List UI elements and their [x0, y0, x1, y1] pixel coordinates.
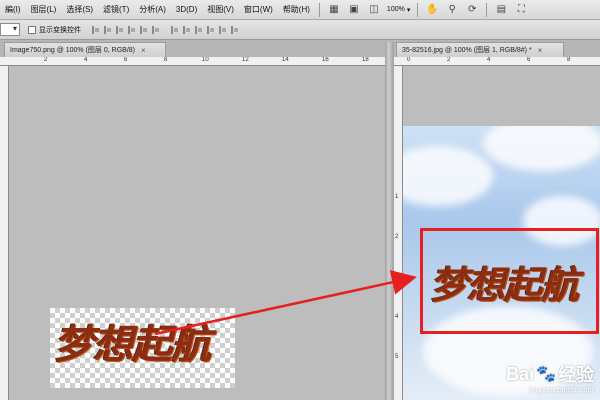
ruler-tick-label: 1 — [395, 194, 399, 200]
baidu-watermark: Bai 🐾 经验 jingyan.baidu.com — [506, 361, 594, 395]
align-left-icon[interactable] — [127, 25, 136, 35]
panel-divider[interactable] — [385, 42, 394, 400]
distribute-right-icon[interactable] — [230, 25, 239, 35]
ruler-tick-label: 4 — [395, 314, 399, 320]
workspace-switcher-icon[interactable]: ⛶ — [513, 3, 529, 17]
ruler-tick-label: 8 — [567, 57, 571, 63]
hand-tool-icon[interactable]: ✋ — [424, 3, 440, 17]
chevron-down-icon: ▾ — [406, 6, 411, 14]
cloud-shape — [483, 126, 600, 171]
distribute-vertical-center-icon[interactable] — [182, 25, 191, 35]
options-bar: 显示变换控件 — [0, 20, 600, 40]
screen-mode-icon[interactable]: ◫ — [366, 3, 382, 17]
close-icon[interactable]: × — [141, 46, 146, 55]
menu-divider — [417, 2, 419, 17]
close-icon[interactable]: × — [538, 46, 543, 55]
horizontal-ruler-left: 2 4 6 8 10 12 14 16 18 — [0, 57, 385, 66]
watermark-url: jingyan.baidu.com — [529, 387, 594, 394]
menu-select[interactable]: 选择(S) — [61, 4, 98, 15]
menu-edit[interactable]: 編(I) — [0, 4, 26, 15]
ruler-tick-label: 10 — [202, 57, 209, 63]
show-transform-controls-checkbox[interactable]: 显示变换控件 — [28, 25, 81, 35]
document-tab-title: 35-82516.jpg @ 100% (图层 1, RGB/8#) * — [402, 47, 532, 54]
ruler-tick-label: 4 — [84, 57, 88, 63]
bridge-icon[interactable]: ▦ — [326, 3, 342, 17]
menu-bar: 編(I) 图层(L) 选择(S) 滤镜(T) 分析(A) 3D(D) 视图(V)… — [0, 0, 600, 20]
zoom-tool-icon[interactable]: ⚲ — [444, 3, 460, 17]
cloud-shape — [403, 146, 493, 206]
horizontal-ruler-right: 0 2 4 6 8 — [394, 57, 600, 66]
arrange-documents-icon[interactable]: ▤ — [493, 3, 509, 17]
align-top-icon[interactable] — [91, 25, 100, 35]
auto-select-dropdown[interactable] — [0, 23, 20, 36]
ruler-tick-label: 14 — [282, 57, 289, 63]
ruler-tick-label: 6 — [124, 57, 128, 63]
highlight-box — [420, 228, 599, 334]
mini-bridge-icon[interactable]: ▣ — [346, 3, 362, 17]
align-right-icon[interactable] — [151, 25, 160, 35]
ruler-tick-label: 6 — [527, 57, 531, 63]
align-horizontal-center-icon[interactable] — [139, 25, 148, 35]
menu-view[interactable]: 视图(V) — [202, 4, 239, 15]
ruler-tick-label: 0 — [407, 57, 411, 63]
align-vertical-center-icon[interactable] — [103, 25, 112, 35]
menu-layer[interactable]: 图层(L) — [26, 4, 62, 15]
ruler-tick-label: 3 — [395, 274, 399, 280]
show-transform-label: 显示变换控件 — [39, 26, 81, 34]
ruler-tick-label: 16 — [322, 57, 329, 63]
ruler-tick-label: 5 — [395, 354, 399, 360]
paw-icon: 🐾 — [536, 366, 556, 383]
zoom-level-dropdown[interactable]: 100% ▾ — [384, 6, 413, 14]
distribute-top-icon[interactable] — [170, 25, 179, 35]
menu-divider — [486, 2, 488, 17]
ruler-tick-label: 2 — [44, 57, 48, 63]
ruler-tick-label: 2 — [395, 234, 399, 240]
ruler-tick-label: 8 — [164, 57, 168, 63]
distribute-buttons-group — [170, 25, 239, 35]
vertical-ruler-left — [0, 66, 9, 400]
zoom-level-value: 100% — [386, 6, 405, 13]
checkbox-box[interactable] — [28, 25, 36, 34]
document-tab-35-82516[interactable]: 35-82516.jpg @ 100% (图层 1, RGB/8#) * × — [396, 42, 564, 57]
document-tab-title: Image750.png @ 100% (图层 0, RGB/8) — [10, 47, 135, 54]
menu-analysis[interactable]: 分析(A) — [134, 4, 171, 15]
ruler-tick-label: 4 — [487, 57, 491, 63]
menu-divider — [318, 2, 320, 17]
ruler-tick-label: 18 — [362, 57, 369, 63]
menu-3d[interactable]: 3D(D) — [171, 5, 202, 14]
align-bottom-icon[interactable] — [115, 25, 124, 35]
vertical-ruler-right: 1 2 3 4 5 — [394, 66, 403, 400]
watermark-brand: Bai — [506, 363, 535, 384]
calligraphy-artwork-source[interactable]: 梦想起航 — [54, 312, 211, 370]
document-tab-image750[interactable]: Image750.png @ 100% (图层 0, RGB/8) × — [4, 42, 166, 57]
distribute-horizontal-center-icon[interactable] — [218, 25, 227, 35]
align-buttons-group — [91, 25, 160, 35]
menu-help[interactable]: 帮助(H) — [278, 4, 315, 15]
menu-filter[interactable]: 滤镜(T) — [98, 4, 134, 15]
distribute-bottom-icon[interactable] — [194, 25, 203, 35]
menu-window[interactable]: 窗口(W) — [239, 4, 278, 15]
ruler-tick-label: 12 — [242, 57, 249, 63]
ruler-tick-label: 2 — [447, 57, 451, 63]
rotate-view-icon[interactable]: ⟳ — [464, 3, 480, 17]
watermark-brand-suffix: 经验 — [558, 365, 594, 385]
distribute-left-icon[interactable] — [206, 25, 215, 35]
